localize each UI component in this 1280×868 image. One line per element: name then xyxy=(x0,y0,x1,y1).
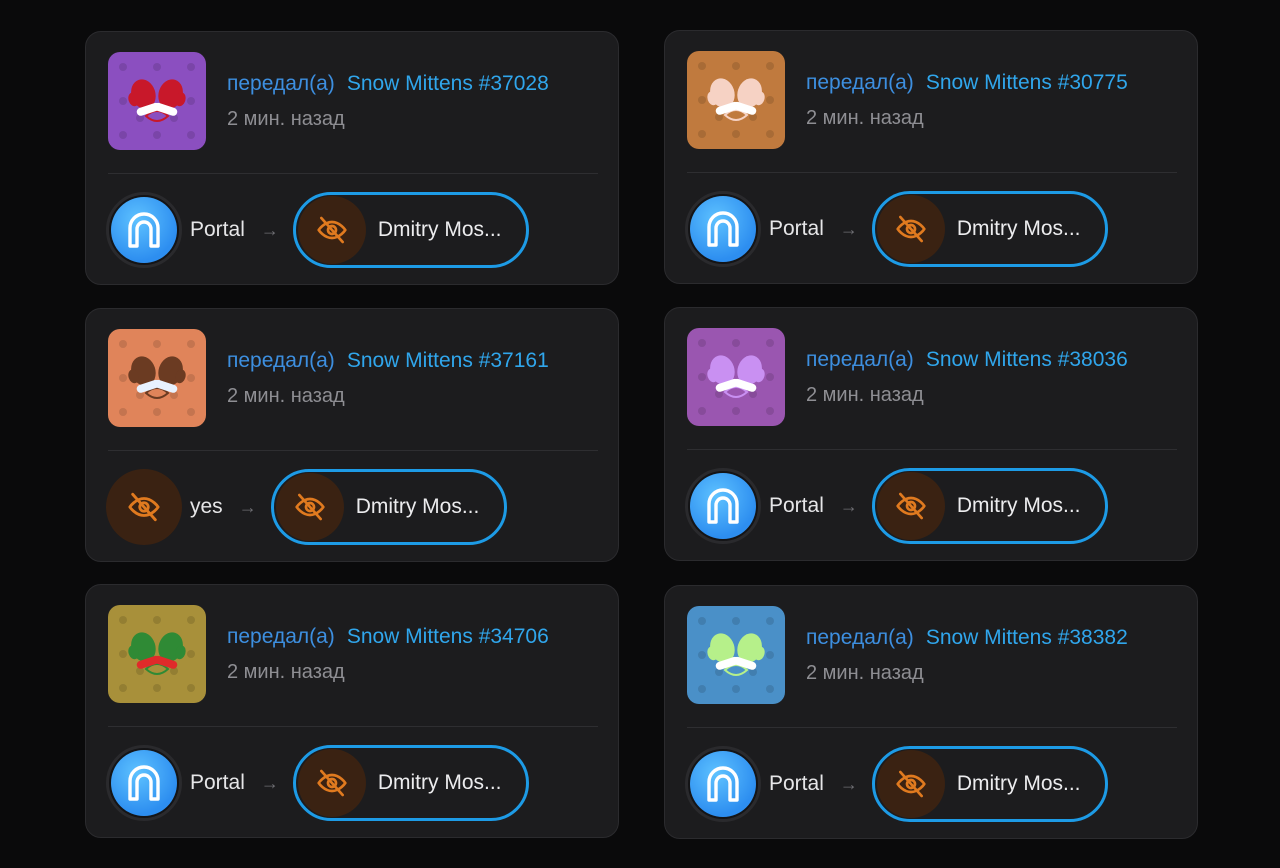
sender-avatar[interactable] xyxy=(685,191,761,267)
action-link[interactable]: передал(а) xyxy=(227,72,335,95)
snow-mittens-image xyxy=(687,606,785,704)
sender-name[interactable]: Portal xyxy=(769,494,824,518)
transfer-title: передал(а) Snow Mittens #30775 xyxy=(806,71,1128,95)
portal-logo-icon xyxy=(690,751,756,817)
arrow-right-icon: → xyxy=(260,772,279,793)
eye-off-icon xyxy=(297,749,366,817)
timestamp: 2 мин. назад xyxy=(806,662,924,684)
sender-name[interactable]: Portal xyxy=(190,218,245,242)
sender-name[interactable]: Portal xyxy=(190,771,245,795)
recipient-name: Dmitry Mos... xyxy=(355,495,480,518)
transfer-route: Portal → Dmitry Mos... xyxy=(685,466,1108,546)
sender-avatar[interactable] xyxy=(685,468,761,544)
transfer-card[interactable]: передал(а) Snow Mittens #34706 2 мин. наз… xyxy=(85,584,619,838)
recipient-name: Dmitry Mos... xyxy=(377,218,502,241)
snow-mittens-image xyxy=(108,52,206,150)
arrow-right-icon: → xyxy=(260,219,279,240)
arrow-right-icon: → xyxy=(839,773,858,794)
portal-logo-icon xyxy=(111,750,177,816)
recipient-chip[interactable]: Dmitry Mos... xyxy=(871,468,1108,544)
transfer-card[interactable]: передал(а) Snow Mittens #37161 2 мин. наз… xyxy=(85,308,619,562)
divider xyxy=(108,726,598,727)
sender-name[interactable]: Portal xyxy=(769,217,824,241)
eye-off-icon xyxy=(876,750,945,818)
timestamp: 2 мин. назад xyxy=(227,661,345,683)
eye-off-icon xyxy=(876,195,945,263)
sender-avatar[interactable] xyxy=(106,469,182,545)
gift-thumbnail[interactable] xyxy=(108,329,206,427)
divider xyxy=(687,449,1177,450)
gift-thumbnail[interactable] xyxy=(108,52,206,150)
recipient-chip[interactable]: Dmitry Mos... xyxy=(292,745,529,821)
arrow-right-icon: → xyxy=(839,218,858,239)
gift-link[interactable]: Snow Mittens #37161 xyxy=(347,349,549,372)
divider xyxy=(108,450,598,451)
gift-link[interactable]: Snow Mittens #34706 xyxy=(347,625,549,648)
arrow-right-icon: → xyxy=(839,495,858,516)
transfer-route: Portal → Dmitry Mos... xyxy=(106,743,529,823)
sender-name[interactable]: yes xyxy=(190,495,223,519)
sender-avatar[interactable] xyxy=(106,192,182,268)
transfer-route: Portal → Dmitry Mos... xyxy=(685,744,1108,824)
recipient-chip[interactable]: Dmitry Mos... xyxy=(871,746,1108,822)
snow-mittens-image xyxy=(108,329,206,427)
timestamp: 2 мин. назад xyxy=(227,108,345,130)
recipient-name: Dmitry Mos... xyxy=(956,772,1081,795)
eye-off-icon xyxy=(127,490,161,524)
recipient-name: Dmitry Mos... xyxy=(956,217,1081,240)
recipient-name: Dmitry Mos... xyxy=(377,771,502,794)
eye-off-icon xyxy=(876,472,945,540)
gift-link[interactable]: Snow Mittens #38036 xyxy=(926,348,1128,371)
transfer-card[interactable]: передал(а) Snow Mittens #30775 2 мин. наз… xyxy=(664,30,1198,284)
eye-off-icon xyxy=(297,196,366,264)
gift-link[interactable]: Snow Mittens #30775 xyxy=(926,71,1128,94)
sender-avatar[interactable] xyxy=(106,745,182,821)
action-link[interactable]: передал(а) xyxy=(227,625,335,648)
gift-thumbnail[interactable] xyxy=(687,606,785,704)
timestamp: 2 мин. назад xyxy=(806,107,924,129)
snow-mittens-image xyxy=(108,605,206,703)
portal-logo-icon xyxy=(690,196,756,262)
transfer-card[interactable]: передал(а) Snow Mittens #38382 2 мин. наз… xyxy=(664,585,1198,839)
eye-off-icon xyxy=(275,473,344,541)
transfer-route: Portal → Dmitry Mos... xyxy=(685,189,1108,269)
gift-link[interactable]: Snow Mittens #37028 xyxy=(347,72,549,95)
transfer-title: передал(а) Snow Mittens #37161 xyxy=(227,349,549,373)
gift-thumbnail[interactable] xyxy=(687,328,785,426)
portal-logo-icon xyxy=(111,197,177,263)
divider xyxy=(108,173,598,174)
transfer-title: передал(а) Snow Mittens #34706 xyxy=(227,625,549,649)
action-link[interactable]: передал(а) xyxy=(806,626,914,649)
recipient-name: Dmitry Mos... xyxy=(956,494,1081,517)
transfer-title: передал(а) Snow Mittens #38036 xyxy=(806,348,1128,372)
transfer-route: Portal → Dmitry Mos... xyxy=(106,190,529,270)
snow-mittens-image xyxy=(687,51,785,149)
arrow-right-icon: → xyxy=(238,496,257,517)
recipient-chip[interactable]: Dmitry Mos... xyxy=(292,192,529,268)
portal-logo-icon xyxy=(690,473,756,539)
transfer-title: передал(а) Snow Mittens #38382 xyxy=(806,626,1128,650)
transfer-card[interactable]: передал(а) Snow Mittens #38036 2 мин. наз… xyxy=(664,307,1198,561)
sender-name[interactable]: Portal xyxy=(769,772,824,796)
gift-thumbnail[interactable] xyxy=(687,51,785,149)
timestamp: 2 мин. назад xyxy=(227,385,345,407)
gift-link[interactable]: Snow Mittens #38382 xyxy=(926,626,1128,649)
transfer-route: yes → Dmitry Mos... xyxy=(106,467,507,547)
transfer-title: передал(а) Snow Mittens #37028 xyxy=(227,72,549,96)
gift-thumbnail[interactable] xyxy=(108,605,206,703)
action-link[interactable]: передал(а) xyxy=(806,348,914,371)
divider xyxy=(687,172,1177,173)
recipient-chip[interactable]: Dmitry Mos... xyxy=(270,469,507,545)
action-link[interactable]: передал(а) xyxy=(227,349,335,372)
transfer-card[interactable]: передал(а) Snow Mittens #37028 2 мин. наз… xyxy=(85,31,619,285)
snow-mittens-image xyxy=(687,328,785,426)
divider xyxy=(687,727,1177,728)
recipient-chip[interactable]: Dmitry Mos... xyxy=(871,191,1108,267)
action-link[interactable]: передал(а) xyxy=(806,71,914,94)
sender-avatar[interactable] xyxy=(685,746,761,822)
timestamp: 2 мин. назад xyxy=(806,384,924,406)
